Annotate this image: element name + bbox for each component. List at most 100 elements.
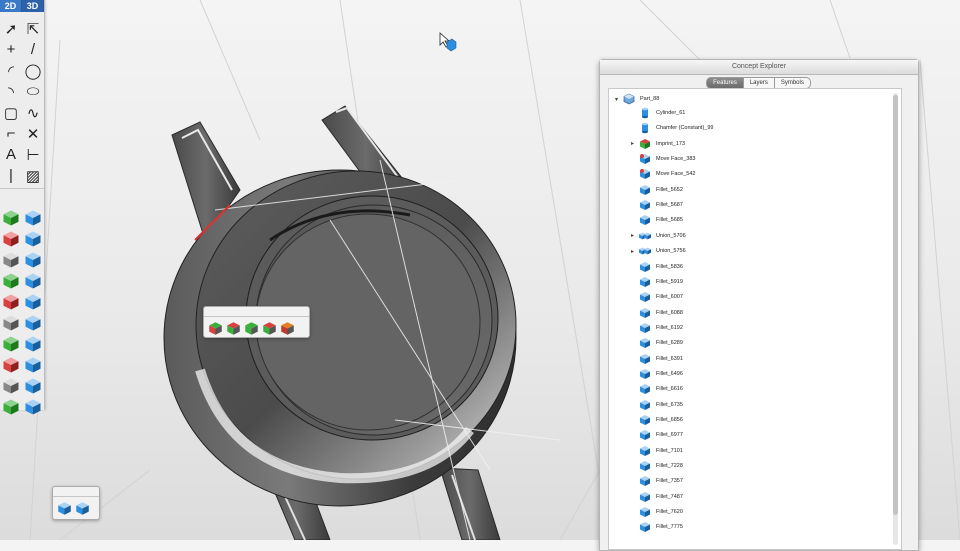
mode-3d-button[interactable]: 3D <box>22 0 44 12</box>
pushpull-icon[interactable] <box>22 291 44 312</box>
tree-item[interactable]: Fillet_7228 <box>631 459 683 473</box>
mode-2d-button[interactable]: 2D <box>0 0 22 12</box>
tree-item[interactable]: Fillet_7357 <box>631 474 683 488</box>
fillet-2d-icon[interactable]: ⌐ <box>0 123 22 144</box>
tree-item[interactable]: Fillet_5685 <box>631 213 683 227</box>
select-alt-icon[interactable]: ⇱ <box>22 18 44 39</box>
light-icon[interactable] <box>0 333 22 354</box>
tree-item[interactable]: Fillet_5836 <box>631 260 683 274</box>
shell-icon[interactable] <box>22 270 44 291</box>
delete-face-icon[interactable] <box>280 321 295 336</box>
tree-item[interactable]: Fillet_6289 <box>631 336 683 350</box>
face-context-toolbar <box>203 306 310 338</box>
toolbar-grip[interactable] <box>204 307 309 317</box>
circle-icon[interactable]: ◯ <box>22 60 44 81</box>
tree-root[interactable]: ▾ Part_88 <box>615 92 659 106</box>
tree-item-label: Fillet_5919 <box>656 278 683 285</box>
cube-feature-icon <box>640 261 650 272</box>
sweep-icon[interactable] <box>0 249 22 270</box>
hud-grip[interactable] <box>53 487 99 497</box>
cube-solid-icon[interactable] <box>57 501 72 516</box>
tree-item[interactable]: Fillet_6088 <box>631 306 683 320</box>
tree-item[interactable]: Fillet_7620 <box>631 505 683 519</box>
tree-item[interactable]: Fillet_6616 <box>631 382 683 396</box>
expand-arrow-icon[interactable]: ▸ <box>631 248 639 255</box>
tree-item-label: Fillet_6977 <box>656 432 683 439</box>
select-icon[interactable]: ➚ <box>0 18 22 39</box>
tree-scrollbar[interactable] <box>893 93 898 545</box>
tree-item[interactable]: Fillet_5687 <box>631 198 683 212</box>
text-icon[interactable]: A <box>0 144 22 165</box>
rectangle-icon[interactable]: ▢ <box>0 102 22 123</box>
tree-item[interactable]: Fillet_7487 <box>631 490 683 504</box>
tree-item[interactable]: Fillet_6735 <box>631 398 683 412</box>
cube-select-icon[interactable] <box>75 501 90 516</box>
material-icon[interactable] <box>22 333 44 354</box>
face-tool-row <box>204 317 309 340</box>
view-cube-icon[interactable] <box>22 375 44 396</box>
boolean-icon[interactable] <box>22 312 44 333</box>
tree-item[interactable]: ▸ Imprint_173 <box>631 137 685 151</box>
ellipse-icon[interactable]: ⬭ <box>22 81 44 102</box>
align-icon[interactable] <box>22 207 44 228</box>
pan-icon[interactable] <box>0 354 22 375</box>
tree-item[interactable]: ▸ Union_5756 <box>631 244 686 258</box>
tree-item[interactable]: Fillet_6856 <box>631 413 683 427</box>
extrude-icon[interactable] <box>0 228 22 249</box>
arc-three-point-icon[interactable]: ◝ <box>0 81 22 102</box>
construction-line-icon[interactable]: | <box>0 165 22 186</box>
orbit-icon[interactable] <box>0 375 22 396</box>
box-icon[interactable] <box>22 228 44 249</box>
hatch-icon[interactable]: ▨ <box>22 165 44 186</box>
offset-face-icon[interactable] <box>244 321 259 336</box>
fillet-icon[interactable] <box>0 312 22 333</box>
expand-arrow-icon[interactable]: ▸ <box>631 232 639 239</box>
hud-icon-row <box>53 497 99 520</box>
tree-item[interactable]: Fillet_6007 <box>631 290 683 304</box>
point-icon[interactable]: + <box>0 39 22 60</box>
tree-item[interactable]: ▸ Union_5706 <box>631 229 686 243</box>
line-icon[interactable]: / <box>22 39 44 60</box>
tree-item-label: Chamfer (Constant)_99 <box>656 125 714 132</box>
imprint-icon[interactable] <box>0 291 22 312</box>
expand-arrow-icon[interactable]: ▸ <box>631 140 639 147</box>
wireframe-icon[interactable] <box>22 396 44 417</box>
dimension-icon[interactable]: ⊢ <box>22 144 44 165</box>
tree-item[interactable]: Chamfer (Constant)_99 <box>631 121 713 135</box>
arc-icon[interactable]: ◜ <box>0 60 22 81</box>
tree-item[interactable]: Cylinder_61 <box>631 106 685 120</box>
scrollbar-thumb[interactable] <box>893 95 898 515</box>
extrude-face-icon[interactable] <box>208 321 223 336</box>
tree-item[interactable]: Fillet_6391 <box>631 352 683 366</box>
zoom-icon[interactable] <box>22 354 44 375</box>
expand-arrow-icon[interactable]: ▾ <box>615 96 623 103</box>
selection-filter-hud <box>52 486 100 520</box>
tree-item[interactable]: Fillet_7101 <box>631 444 683 458</box>
cube-feature-icon <box>640 322 650 333</box>
trim-icon[interactable]: ✕ <box>22 123 44 144</box>
tool-grid: ➚ ⇱ + / ◜ ◯ ◝ ⬭ ▢ ∿ ⌐ ✕ A ⊢ | ▨ <box>0 12 44 417</box>
revolve-icon[interactable] <box>0 270 22 291</box>
tree-item[interactable]: Fillet_6496 <box>631 367 683 381</box>
spline-icon[interactable]: ∿ <box>22 102 44 123</box>
tree-item[interactable]: Fillet_7775 <box>631 520 683 534</box>
tree-item[interactable]: Fillet_6977 <box>631 428 683 442</box>
move-face-icon[interactable] <box>262 321 277 336</box>
tree-item-label: Union_5756 <box>656 248 686 255</box>
cursor-icon <box>439 32 457 52</box>
render-mode-icon[interactable] <box>0 396 22 417</box>
pipe-icon[interactable] <box>22 249 44 270</box>
tree-item-label: Fillet_5652 <box>656 186 683 193</box>
tree-item[interactable]: Fillet_5919 <box>631 275 683 289</box>
tree-item[interactable]: Fillet_6192 <box>631 321 683 335</box>
tree-item[interactable]: Move Face_383 <box>631 152 695 166</box>
cube-feature-icon <box>640 384 650 395</box>
feature-tree: ▾ Part_88 Cylinder_61 Chamfer (Constant)_… <box>608 88 902 550</box>
tree-item[interactable]: Fillet_5652 <box>631 183 683 197</box>
tree-item-label: Fillet_6856 <box>656 417 683 423</box>
union-feature-icon <box>639 232 651 240</box>
transform-icon[interactable] <box>0 207 22 228</box>
taper-face-icon[interactable] <box>226 321 241 336</box>
tree-item[interactable]: Move Face_542 <box>631 167 695 181</box>
cube-feature-icon <box>640 507 650 518</box>
